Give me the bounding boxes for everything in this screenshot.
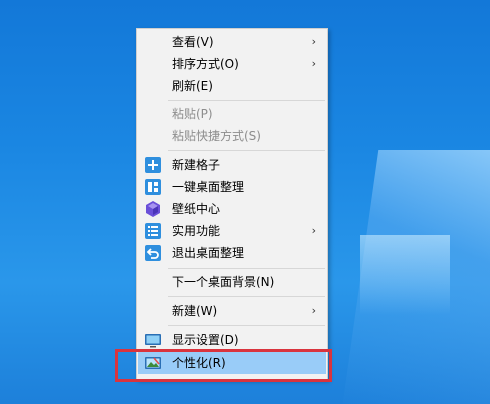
desktop-background[interactable]: 查看(V) › 排序方式(O) › 刷新(E) 粘贴(P) 粘贴快捷方式(S) … (0, 0, 490, 404)
menu-item-one-click-organize[interactable]: 一键桌面整理 (138, 176, 326, 198)
menu-item-display-settings[interactable]: 显示设置(D) (138, 329, 326, 351)
menu-item-refresh[interactable]: 刷新(E) (138, 75, 326, 97)
menu-item-paste-shortcut: 粘贴快捷方式(S) (138, 125, 326, 147)
menu-item-label: 显示设置(D) (172, 333, 239, 347)
list-icon (145, 223, 161, 239)
menu-separator (168, 268, 325, 269)
menu-item-label: 查看(V) (172, 35, 214, 49)
chevron-right-icon: › (311, 304, 316, 317)
menu-item-label: 退出桌面整理 (172, 246, 245, 260)
menu-item-label: 壁纸中心 (172, 202, 221, 216)
menu-item-next-background[interactable]: 下一个桌面背景(N) (138, 271, 326, 293)
menu-separator (168, 150, 325, 151)
chevron-right-icon: › (311, 57, 316, 70)
menu-item-wallpaper-center[interactable]: 壁纸中心 (138, 198, 326, 220)
chevron-right-icon: › (311, 224, 316, 237)
menu-item-paste: 粘贴(P) (138, 103, 326, 125)
exit-icon (145, 245, 161, 261)
chevron-right-icon: › (311, 35, 316, 48)
menu-item-label: 新建格子 (172, 158, 221, 172)
context-menu: 查看(V) › 排序方式(O) › 刷新(E) 粘贴(P) 粘贴快捷方式(S) … (136, 28, 328, 380)
menu-item-new[interactable]: 新建(W) › (138, 300, 326, 322)
menu-item-exit-organize[interactable]: 退出桌面整理 (138, 242, 326, 264)
plus-square-icon (145, 157, 161, 173)
menu-item-personalize[interactable]: 个性化(R) (138, 352, 326, 374)
menu-item-label: 刷新(E) (172, 79, 213, 93)
menu-item-label: 一键桌面整理 (172, 180, 245, 194)
menu-item-view[interactable]: 查看(V) › (138, 31, 326, 53)
menu-item-new-fence[interactable]: 新建格子 (138, 154, 326, 176)
menu-item-label: 下一个桌面背景(N) (172, 275, 275, 289)
menu-item-label: 个性化(R) (172, 356, 226, 370)
menu-item-label: 粘贴快捷方式(S) (172, 129, 261, 143)
menu-separator (168, 100, 325, 101)
menu-item-label: 实用功能 (172, 224, 221, 238)
menu-item-label: 粘贴(P) (172, 107, 213, 121)
personalize-icon (145, 355, 161, 371)
wallpaper-light-glow (360, 235, 450, 315)
menu-item-label: 新建(W) (172, 304, 218, 318)
menu-item-label: 排序方式(O) (172, 57, 239, 71)
menu-item-utilities[interactable]: 实用功能 › (138, 220, 326, 242)
menu-separator (168, 296, 325, 297)
menu-separator (168, 325, 325, 326)
cube-icon (145, 201, 161, 217)
monitor-icon (145, 332, 161, 348)
grid-layout-icon (145, 179, 161, 195)
menu-item-sort-by[interactable]: 排序方式(O) › (138, 53, 326, 75)
